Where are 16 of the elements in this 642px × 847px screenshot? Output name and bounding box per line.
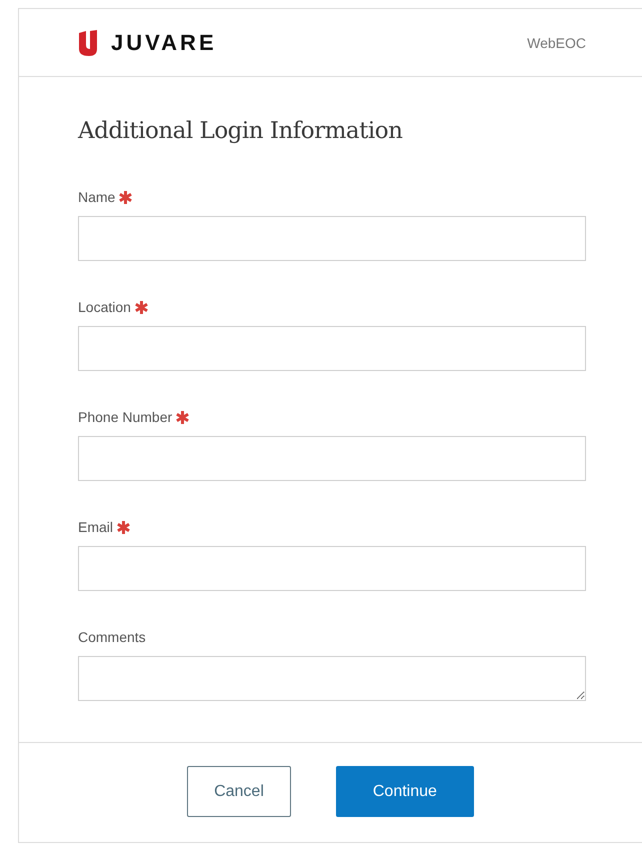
- field-label: Comments: [78, 629, 146, 645]
- input-field[interactable]: [78, 436, 586, 481]
- field-label: Location: [78, 299, 131, 315]
- input-field[interactable]: [78, 326, 586, 371]
- shield-logo-icon: [77, 28, 99, 56]
- field-label: Email: [78, 519, 114, 535]
- field-label: Name: [78, 189, 116, 205]
- product-name: WebEOC: [527, 34, 586, 50]
- input-field[interactable]: [78, 546, 586, 591]
- brand-name: JUVARE: [111, 30, 217, 56]
- field-label: Phone Number: [78, 409, 172, 425]
- cancel-button[interactable]: Cancel: [187, 766, 291, 817]
- form-title: Additional Login Information: [78, 118, 404, 144]
- continue-button[interactable]: Continue: [336, 766, 474, 817]
- comments-field[interactable]: [78, 656, 586, 701]
- input-field[interactable]: [78, 216, 586, 261]
